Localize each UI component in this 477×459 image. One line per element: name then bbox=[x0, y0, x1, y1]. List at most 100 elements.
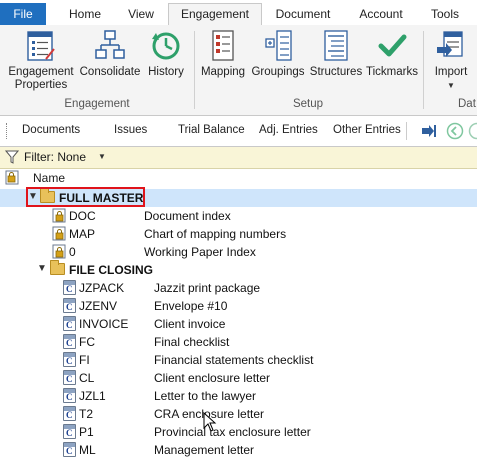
document-tree: ▼ FULL MASTER DOC Document index MAP Cha… bbox=[0, 187, 477, 452]
go-to-end-icon[interactable] bbox=[421, 124, 437, 138]
client-document-icon: C bbox=[63, 424, 76, 439]
document-description: Management letter bbox=[154, 443, 254, 457]
tab-file[interactable]: File bbox=[0, 3, 46, 25]
tree-row[interactable]: C CL Client enclosure letter bbox=[0, 369, 477, 387]
client-document-icon: C bbox=[63, 406, 76, 421]
tab-tools[interactable]: Tools bbox=[420, 4, 470, 25]
tree-row[interactable]: C JZENV Envelope #10 bbox=[0, 297, 477, 315]
consolidate-button[interactable]: Consolidate bbox=[78, 29, 142, 79]
import-icon bbox=[436, 29, 466, 63]
document-code: JZPACK bbox=[79, 281, 124, 295]
document-description: Financial statements checklist bbox=[154, 353, 313, 367]
document-description: Working Paper Index bbox=[144, 245, 256, 259]
ribbon-tab-bar: File Home View Engagement Document Accou… bbox=[0, 0, 477, 26]
lock-column-icon bbox=[5, 170, 19, 185]
tree-row[interactable]: MAP Chart of mapping numbers bbox=[0, 225, 477, 243]
document-code: FC bbox=[79, 335, 95, 349]
client-document-icon: C bbox=[63, 388, 76, 403]
tree-row[interactable]: C FI Financial statements checklist bbox=[0, 351, 477, 369]
document-description: Final checklist bbox=[154, 335, 229, 349]
groupings-button[interactable]: Groupings bbox=[249, 29, 307, 79]
engagement-properties-button[interactable]: Engagement Properties bbox=[4, 29, 78, 92]
structures-icon bbox=[322, 29, 350, 63]
tree-row[interactable]: C T2 CRA enclosure letter bbox=[0, 405, 477, 423]
groupings-icon bbox=[263, 29, 293, 63]
tab-engagement[interactable]: Engagement bbox=[168, 3, 262, 26]
group-separator bbox=[194, 31, 195, 109]
tree-row[interactable]: C INVOICE Client invoice bbox=[0, 315, 477, 333]
folder-icon bbox=[50, 263, 65, 275]
consolidate-icon bbox=[95, 29, 125, 63]
filter-icon bbox=[5, 150, 19, 164]
mapping-button[interactable]: Mapping bbox=[197, 29, 249, 79]
tab-document[interactable]: Document bbox=[266, 4, 340, 25]
document-description: Letter to the lawyer bbox=[154, 389, 256, 403]
toolbar-separator bbox=[406, 122, 407, 140]
nav-trial-balance[interactable]: Trial Balance bbox=[178, 124, 245, 136]
client-document-icon: C bbox=[63, 334, 76, 349]
document-description: Chart of mapping numbers bbox=[144, 227, 286, 241]
back-icon[interactable] bbox=[446, 122, 464, 140]
tickmarks-button[interactable]: Tickmarks bbox=[365, 29, 419, 79]
document-code: CL bbox=[79, 371, 94, 385]
column-header: Name bbox=[0, 169, 477, 187]
locked-document-icon bbox=[52, 226, 66, 241]
nav-other-entries[interactable]: Other Entries bbox=[333, 124, 401, 136]
tree-row[interactable]: C FC Final checklist bbox=[0, 333, 477, 351]
filter-dropdown-arrow[interactable]: ▼ bbox=[98, 152, 106, 161]
client-document-icon: C bbox=[63, 298, 76, 313]
document-code: DOC bbox=[69, 209, 96, 223]
client-document-icon: C bbox=[63, 280, 76, 295]
forward-icon[interactable] bbox=[468, 122, 477, 140]
structures-label: Structures bbox=[307, 66, 365, 79]
document-description: Provincial tax enclosure letter bbox=[154, 425, 311, 439]
tab-home[interactable]: Home bbox=[56, 4, 114, 25]
tab-view[interactable]: View bbox=[116, 4, 166, 25]
structures-button[interactable]: Structures bbox=[307, 29, 365, 79]
engagement-properties-line2: Properties bbox=[4, 79, 78, 92]
tree-row[interactable]: C JZL1 Letter to the lawyer bbox=[0, 387, 477, 405]
engagement-group-label: Engagement bbox=[4, 98, 190, 110]
engagement-properties-icon bbox=[26, 29, 56, 63]
history-button[interactable]: History bbox=[144, 29, 188, 79]
nav-adj-entries[interactable]: Adj. Entries bbox=[259, 124, 318, 136]
filter-bar[interactable]: Filter: None ▼ bbox=[0, 147, 477, 169]
filter-label: Filter: None bbox=[24, 150, 86, 164]
document-description: Jazzit print package bbox=[154, 281, 260, 295]
tree-row[interactable]: C JZPACK Jazzit print package bbox=[0, 279, 477, 297]
data-group-label: Dat bbox=[458, 98, 477, 110]
tab-account[interactable]: Account bbox=[350, 4, 412, 25]
document-description: Client invoice bbox=[154, 317, 225, 331]
tickmarks-icon bbox=[377, 29, 407, 63]
client-document-icon: C bbox=[63, 352, 76, 367]
document-code: FI bbox=[79, 353, 90, 367]
tree-folder-label: FILE CLOSING bbox=[69, 263, 153, 277]
document-description: Document index bbox=[144, 209, 231, 223]
tree-folder-row[interactable]: ▼ FILE CLOSING bbox=[0, 261, 477, 279]
client-document-icon: C bbox=[63, 316, 76, 331]
import-label: Import bbox=[428, 66, 474, 79]
collapse-chevron-icon[interactable]: ▼ bbox=[37, 263, 47, 274]
import-button[interactable]: Import ▼ bbox=[428, 29, 474, 92]
document-description: Client enclosure letter bbox=[154, 371, 270, 385]
consolidate-label: Consolidate bbox=[78, 66, 142, 79]
history-icon bbox=[150, 29, 182, 63]
column-name-header[interactable]: Name bbox=[33, 171, 65, 185]
mapping-label: Mapping bbox=[197, 66, 249, 79]
tree-row[interactable]: DOC Document index bbox=[0, 207, 477, 225]
import-dropdown-arrow[interactable]: ▼ bbox=[428, 79, 474, 92]
document-code: INVOICE bbox=[79, 317, 128, 331]
setup-group-label: Setup bbox=[196, 98, 420, 110]
document-code: T2 bbox=[79, 407, 93, 421]
nav-issues[interactable]: Issues bbox=[114, 124, 147, 136]
document-code: JZENV bbox=[79, 299, 117, 313]
tree-row[interactable]: C ML Management letter bbox=[0, 441, 477, 459]
nav-documents[interactable]: Documents bbox=[22, 124, 80, 136]
navigation-toolbar: Documents Issues Trial Balance Adj. Entr… bbox=[0, 116, 477, 147]
document-code: JZL1 bbox=[79, 389, 106, 403]
tree-row[interactable]: 0 Working Paper Index bbox=[0, 243, 477, 261]
groupings-label: Groupings bbox=[249, 66, 307, 79]
toolbar-grip bbox=[6, 123, 9, 139]
tree-row[interactable]: C P1 Provincial tax enclosure letter bbox=[0, 423, 477, 441]
highlight-box bbox=[26, 187, 145, 207]
